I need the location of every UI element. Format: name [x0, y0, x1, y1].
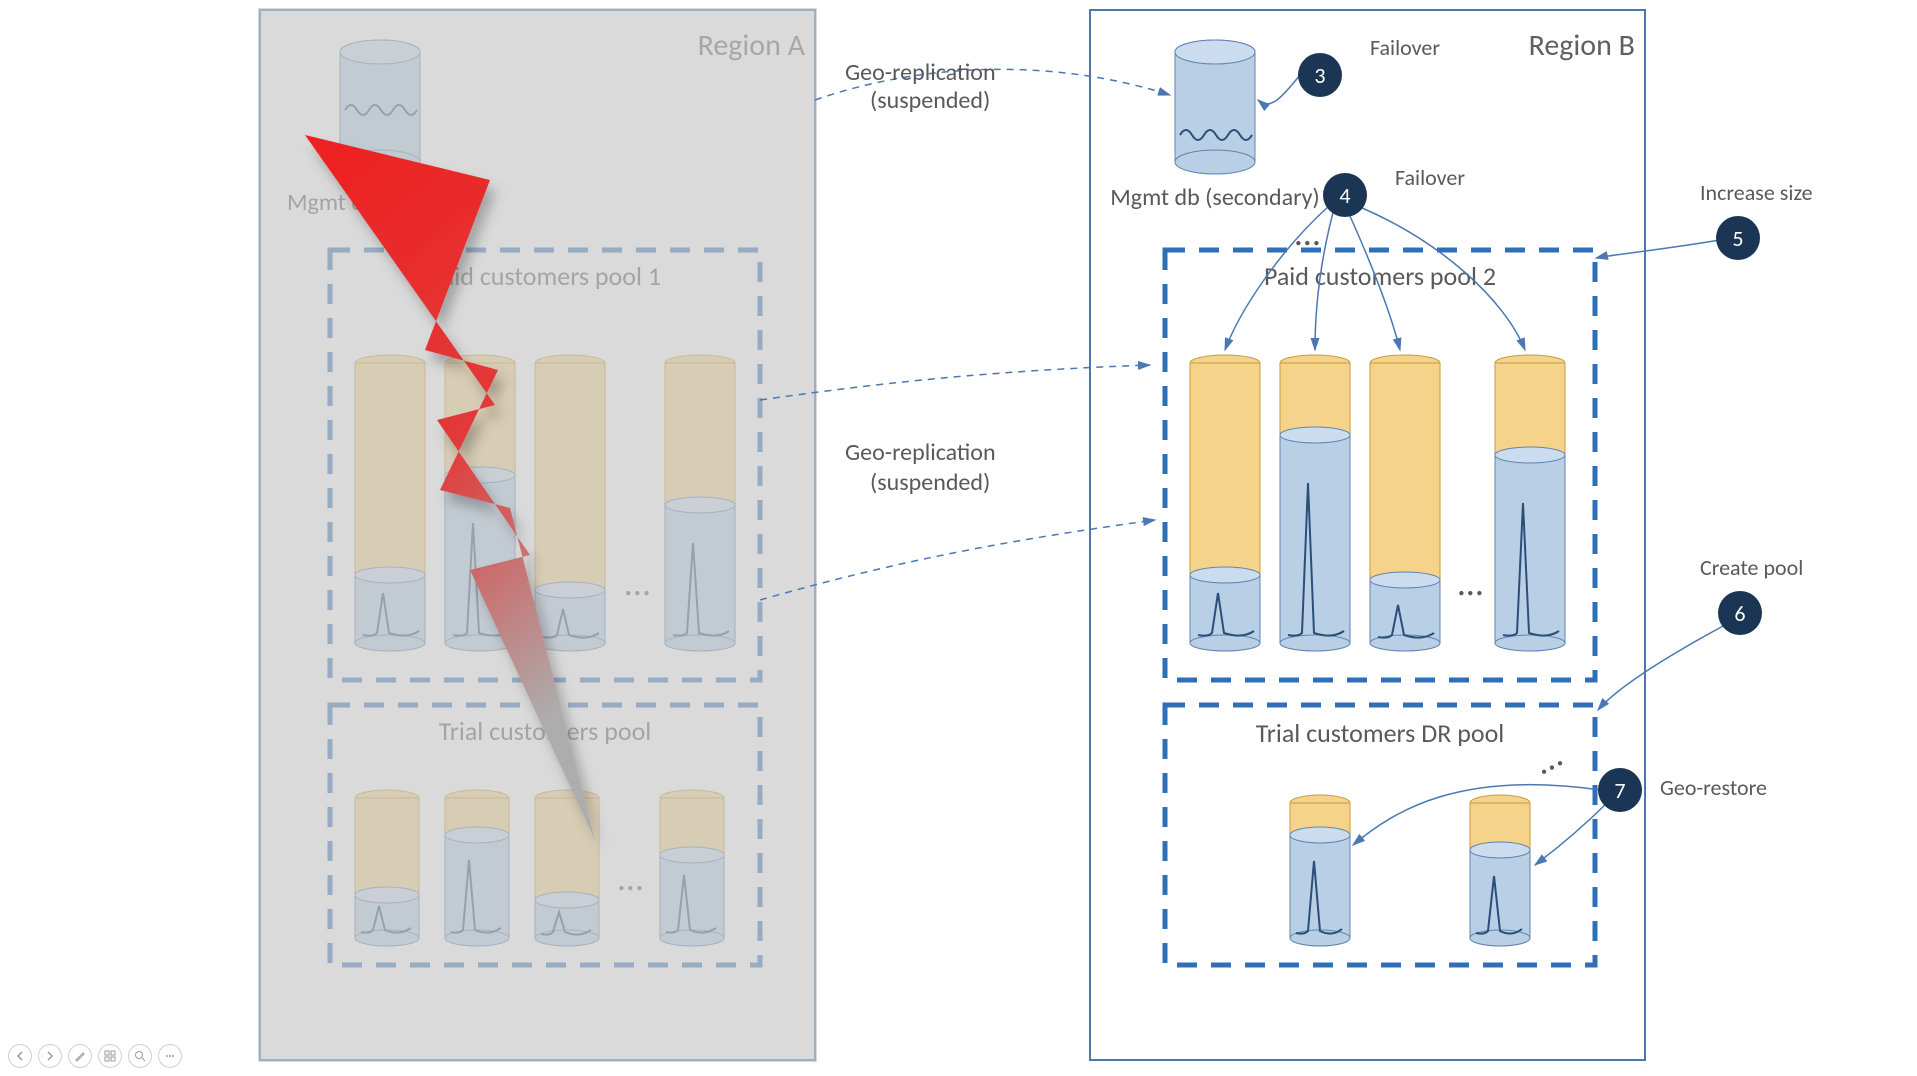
- geo-rep-mid-label-1: Geo-replication: [845, 438, 996, 467]
- callout-3-label: Failover: [1370, 34, 1440, 61]
- arrow-geo-rep-pool-a: [760, 365, 1150, 400]
- region-b-label: Region B: [1529, 27, 1635, 64]
- zoom-button[interactable]: [128, 1044, 152, 1068]
- mgmt-db-secondary-label: Mgmt db (secondary): [1110, 183, 1319, 212]
- cylinder-icon: [1280, 355, 1350, 651]
- geo-rep-top-label-1: Geo-replication: [845, 58, 996, 87]
- callout-4-label: Failover: [1395, 164, 1465, 191]
- callout-4-number: 4: [1339, 182, 1350, 209]
- presentation-toolbar: [8, 1042, 182, 1070]
- callout-5-number: 5: [1732, 225, 1743, 252]
- mgmt-db-secondary-icon: [1175, 40, 1255, 174]
- arrow-geo-rep-pool-b: [760, 520, 1155, 600]
- trial-dr-pool-title: Trial customers DR pool: [1256, 717, 1505, 749]
- cylinder-icon: [1495, 355, 1565, 651]
- callout-6-label: Create pool: [1700, 554, 1803, 581]
- callout-5: 5 Increase size: [1596, 179, 1813, 260]
- pen-tool-button[interactable]: [68, 1044, 92, 1068]
- callout-5-label: Increase size: [1700, 179, 1813, 206]
- callout-7: … 7 Geo-restore: [1353, 733, 1767, 865]
- ellipsis-icon: …: [1295, 211, 1320, 255]
- callout-6-number: 6: [1734, 600, 1745, 627]
- ellipsis-icon: …: [1458, 561, 1483, 605]
- cylinder-icon: [1190, 355, 1260, 651]
- more-options-button[interactable]: [158, 1044, 182, 1068]
- callout-3-number: 3: [1314, 62, 1325, 89]
- see-all-slides-button[interactable]: [98, 1044, 122, 1068]
- callout-3: 3 Failover: [1258, 34, 1440, 104]
- geo-rep-top-label-2: (suspended): [870, 86, 990, 115]
- prev-slide-button[interactable]: [8, 1044, 32, 1068]
- geo-rep-mid-label-2: (suspended): [870, 468, 990, 497]
- cylinder-icon: [1370, 355, 1440, 651]
- next-slide-button[interactable]: [38, 1044, 62, 1068]
- ellipsis-icon: …: [1526, 733, 1569, 784]
- callout-6: 6 Create pool: [1598, 554, 1803, 710]
- diagram-canvas: Region A Region B Mgmt db (primary) Paid…: [0, 0, 1917, 1076]
- callout-7-number: 7: [1614, 777, 1625, 804]
- cylinder-icon: [1290, 795, 1350, 946]
- cylinder-icon: [1470, 795, 1530, 946]
- callout-7-label: Geo-restore: [1660, 774, 1767, 801]
